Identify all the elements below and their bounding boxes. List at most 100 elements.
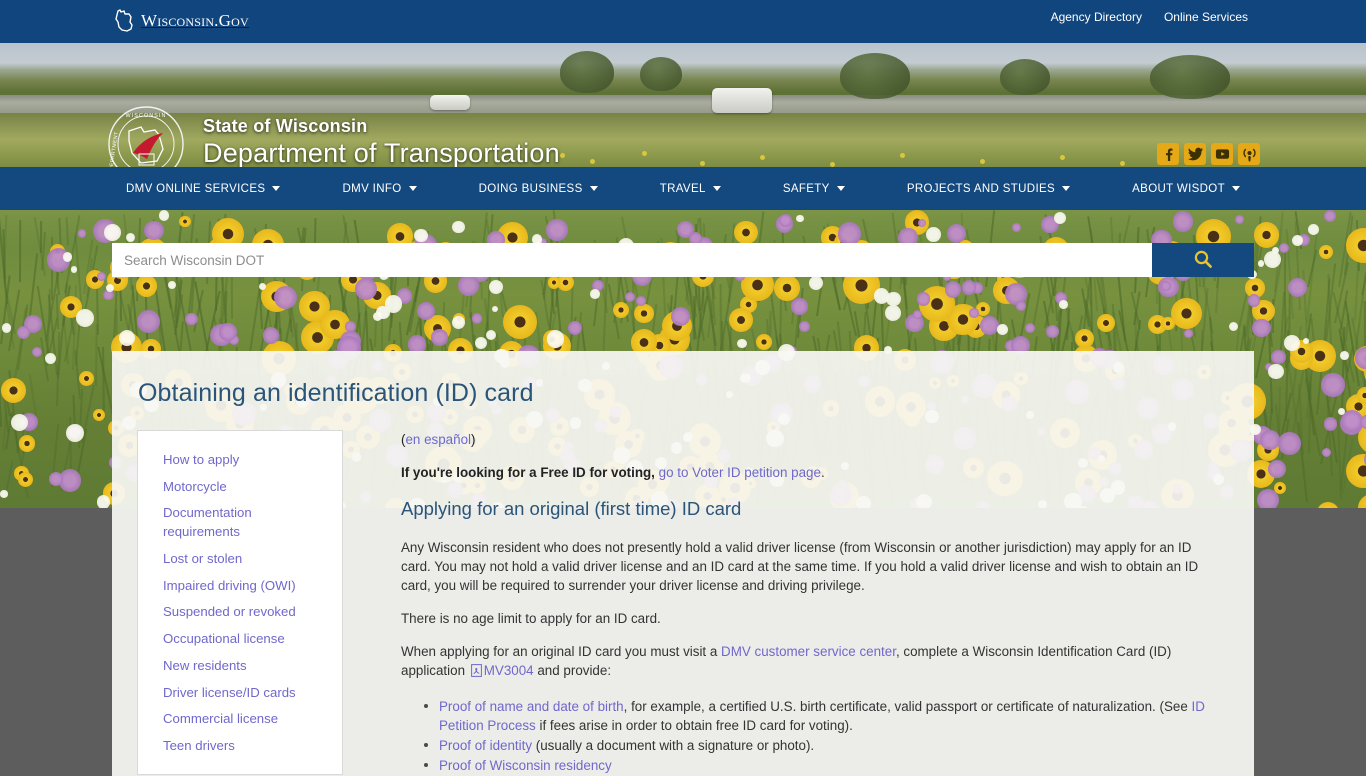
white-wildflower [1268,364,1283,379]
youtube-icon[interactable] [1211,143,1233,165]
yellow-coneflower [1317,502,1339,508]
main-navigation: DMV ONLINE SERVICES DMV INFO DOING BUSIN… [0,167,1366,210]
nav-item-about-wisdot[interactable]: ABOUT WISDOT [1130,179,1242,199]
voter-id-petition-link[interactable]: go to Voter ID petition page [659,465,821,480]
purple-beebalm-flower [1235,215,1244,224]
chevron-down-icon [272,186,280,191]
purple-beebalm-flower [1184,329,1192,337]
purple-beebalm-flower [671,307,690,326]
proof-of-name-and-dob-link[interactable]: Proof of name and date of birth [439,699,624,714]
sidebar-item-driver-license-id-cards[interactable]: Driver license/ID cards [138,680,342,707]
nav-item-projects-and-studies[interactable]: PROJECTS AND STUDIES [905,179,1072,199]
para3-text-c: and provide: [534,663,611,678]
sidebar-item-new-residents[interactable]: New residents [138,653,342,680]
masthead-line2: Department of Transportation [203,140,560,167]
yellow-coneflower [1357,505,1366,508]
bullet-text-a: (usually a document with a signature or … [532,738,814,753]
chevron-down-icon [1062,186,1070,191]
nav-item-travel[interactable]: TRAVEL [658,179,723,199]
white-wildflower [0,490,7,497]
twitter-icon[interactable] [1184,143,1206,165]
purple-beebalm-flower [472,313,482,323]
white-wildflower [1284,335,1300,351]
yellow-coneflower [1,378,26,403]
purple-beebalm-flower [969,308,979,318]
grass-blade [1306,233,1318,323]
facebook-icon[interactable] [1157,143,1179,165]
online-services-link[interactable]: Online Services [1164,10,1248,24]
search-input[interactable] [112,243,1152,277]
sidebar-item-occupational-license[interactable]: Occupational license [138,626,342,653]
paragraph-2: There is no age limit to apply for an ID… [401,609,1224,628]
search-button[interactable] [1152,243,1254,277]
nav-item-dmv-info[interactable]: DMV INFO [341,179,419,199]
nav-item-dmv-online-services[interactable]: DMV ONLINE SERVICES [124,179,282,199]
en-espanol-link[interactable]: en español [405,432,471,447]
period: . [821,465,825,480]
white-wildflower [796,215,803,222]
nav-item-safety[interactable]: SAFETY [781,179,847,199]
sidebar-navigation: How to apply Motorcycle Documentation re… [137,430,343,775]
podcast-icon[interactable] [1238,143,1260,165]
nav-item-doing-business[interactable]: DOING BUSINESS [477,179,600,199]
white-wildflower [489,280,503,294]
purple-beebalm-flower [1161,281,1171,291]
mv3004-pdf-link[interactable]: MV3004 [484,663,534,678]
purple-beebalm-flower [1025,323,1035,333]
white-wildflower [486,330,497,341]
sidebar-item-teen-drivers[interactable]: Teen drivers [138,733,342,760]
proof-of-wisconsin-residency-link[interactable]: Proof of Wisconsin residency [439,758,612,773]
wisconsin-gov-logo[interactable]: Wisconsin.Gov [113,7,249,35]
white-wildflower [926,227,941,242]
yellow-coneflower [1075,329,1095,349]
purple-beebalm-flower [219,323,237,341]
sidebar-item-documentation-requirements[interactable]: Documentation requirements [138,500,342,545]
masthead-car [430,95,470,110]
purple-beebalm-flower [144,221,163,240]
chevron-down-icon [590,186,598,191]
free-id-notice: If you're looking for a Free ID for voti… [401,463,1224,482]
proof-of-identity-link[interactable]: Proof of identity [439,738,532,753]
yellow-coneflower [774,275,800,301]
wisconsin-state-outline-icon [113,9,135,33]
dmv-customer-service-center-link[interactable]: DMV customer service center [721,644,896,659]
wisconsin-gov-bar: Wisconsin.Gov Agency Directory Online Se… [0,0,1366,43]
yellow-coneflower [18,472,33,487]
purple-beebalm-flower [1046,325,1059,338]
white-wildflower [885,305,901,321]
sidebar-item-lost-or-stolen[interactable]: Lost or stolen [138,546,342,573]
grass-blade [6,461,13,489]
grass-blade [75,321,81,365]
paragraph-3: When applying for an original ID card yo… [401,642,1224,682]
requirements-list: Proof of name and date of birth, for exa… [401,697,1224,775]
nav-label: PROJECTS AND STUDIES [907,183,1055,195]
purple-beebalm-flower [546,219,568,241]
white-wildflower [452,316,465,329]
yellow-coneflower [93,409,105,421]
list-item: Proof of Wisconsin residency [439,756,1224,775]
sidebar-item-commercial-license[interactable]: Commercial license [138,706,342,733]
white-wildflower [1054,212,1066,224]
page-title: Obtaining an identification (ID) card [138,379,1254,408]
masthead-tree [560,51,614,93]
sidebar-item-how-to-apply[interactable]: How to apply [138,447,342,474]
wisconsin-gov-wordmark: Wisconsin.Gov [141,11,249,31]
masthead-banner: WISCONSIN OF TRANSPORTATION DEPARTMENT S… [0,43,1366,167]
yellow-coneflower [503,305,537,339]
pdf-file-icon [471,663,482,682]
white-wildflower [1229,322,1238,331]
purple-beebalm-flower [345,321,355,331]
white-wildflower [737,339,746,348]
agency-directory-link[interactable]: Agency Directory [1051,10,1142,24]
sidebar-item-suspended-or-revoked[interactable]: Suspended or revoked [138,599,342,626]
masthead-truck [712,88,772,113]
yellow-coneflower [136,275,158,297]
main-article: (en español) If you're looking for a Fre… [343,430,1254,776]
purple-beebalm-flower [913,310,922,319]
purple-beebalm-flower [97,272,106,281]
sidebar-item-motorcycle[interactable]: Motorcycle [138,474,342,501]
white-wildflower [997,324,1008,335]
purple-beebalm-flower [78,229,87,238]
yellow-coneflower [19,435,35,451]
sidebar-item-impaired-driving-owi[interactable]: Impaired driving (OWI) [138,573,342,600]
